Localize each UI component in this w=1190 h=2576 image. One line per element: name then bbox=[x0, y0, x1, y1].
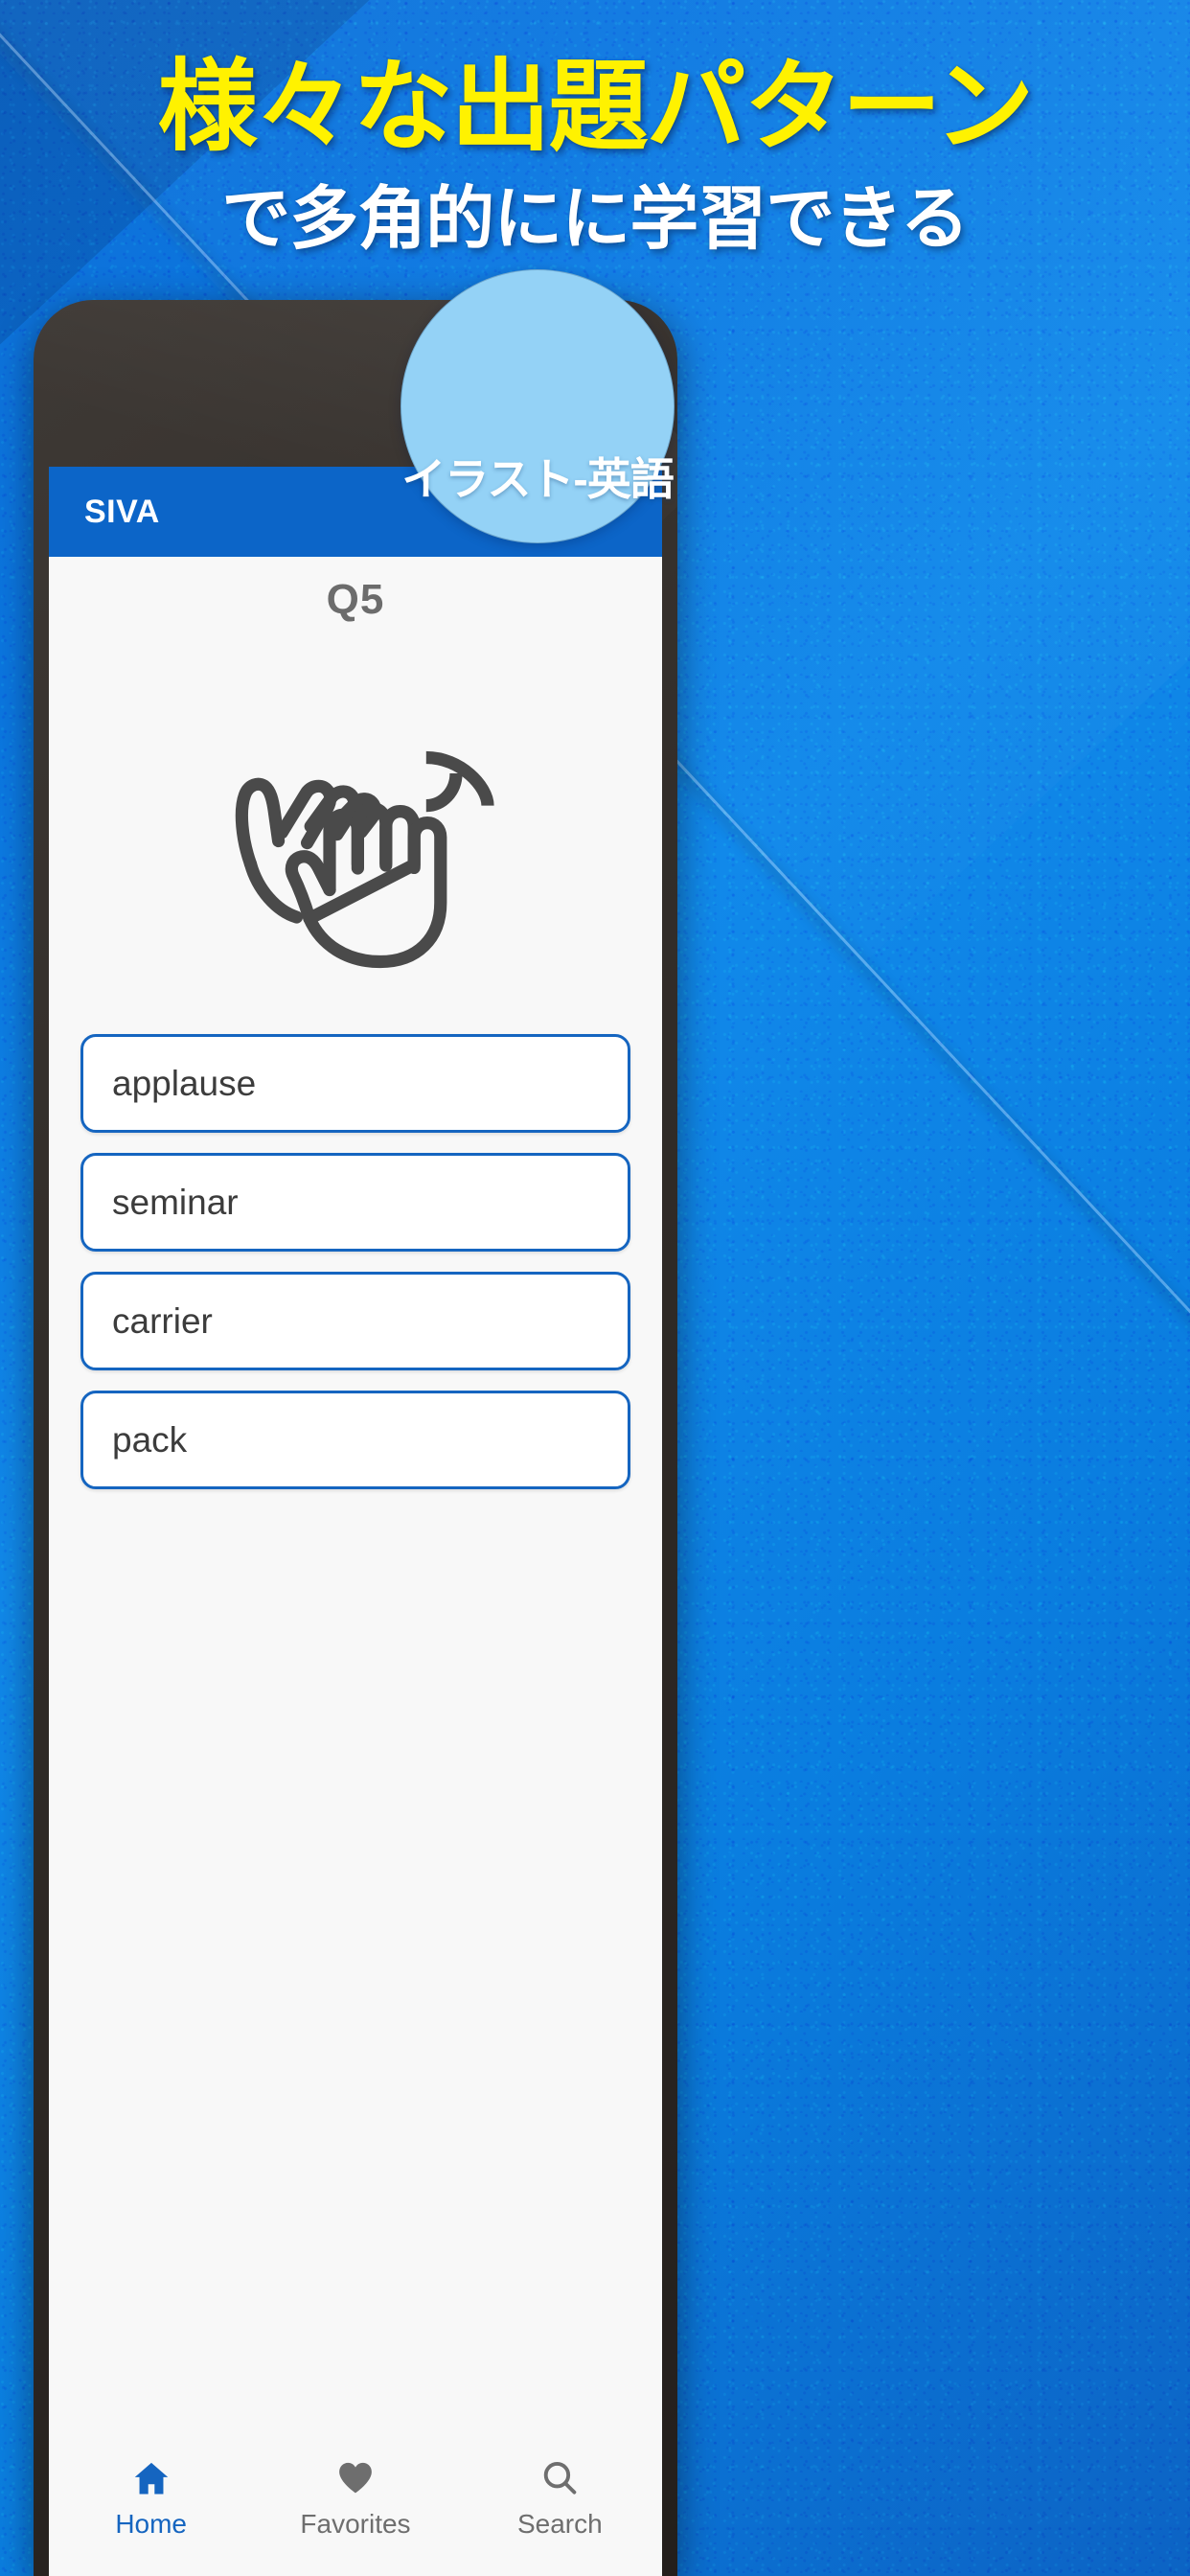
search-icon bbox=[544, 2462, 577, 2495]
home-icon bbox=[134, 2462, 168, 2495]
feature-badge: イラスト-英語 bbox=[400, 269, 675, 543]
answer-option-4[interactable]: pack bbox=[80, 1391, 630, 1489]
nav-tab-label: Search bbox=[516, 2509, 603, 2539]
answer-option-2[interactable]: seminar bbox=[80, 1153, 630, 1252]
answer-option-label: seminar bbox=[112, 1182, 239, 1222]
promo-headline: 様々な出題パターン bbox=[157, 52, 1035, 163]
nav-tab-label: Home bbox=[115, 2509, 188, 2539]
app-screen: SIVA Q5 applause seminar carrier pack Ho… bbox=[49, 467, 662, 2576]
promo-text-block: 様々な出題パターン で多角的にに学習できる bbox=[0, 0, 1190, 259]
app-title: SIVA bbox=[84, 493, 160, 530]
nav-tab-favorites[interactable]: Favorites bbox=[253, 2457, 457, 2540]
answer-option-label: applause bbox=[112, 1063, 257, 1103]
answer-options-list: applause seminar carrier pack bbox=[49, 1017, 662, 1489]
answer-option-3[interactable]: carrier bbox=[80, 1272, 630, 1370]
nav-tab-home[interactable]: Home bbox=[49, 2457, 253, 2540]
promo-subheadline: で多角的にに学習できる bbox=[221, 181, 970, 259]
nav-tab-label: Favorites bbox=[300, 2509, 411, 2539]
promo-background: 様々な出題パターン で多角的にに学習できる SIVA Q5 applause s… bbox=[0, 0, 1190, 2576]
nav-tab-search[interactable]: Search bbox=[458, 2457, 662, 2540]
answer-option-label: carrier bbox=[112, 1300, 213, 1341]
question-number: Q5 bbox=[326, 576, 385, 623]
feature-badge-label: イラスト-英語 bbox=[401, 454, 674, 504]
answer-option-label: pack bbox=[112, 1419, 188, 1460]
phone-mockup: SIVA Q5 applause seminar carrier pack Ho… bbox=[34, 300, 677, 2576]
bottom-navigation-bar: Home Favorites Search bbox=[49, 2432, 662, 2576]
answer-option-1[interactable]: applause bbox=[80, 1034, 630, 1133]
heart-icon bbox=[339, 2462, 372, 2494]
clapping-hands-icon bbox=[235, 750, 494, 969]
question-illustration bbox=[49, 633, 662, 1017]
